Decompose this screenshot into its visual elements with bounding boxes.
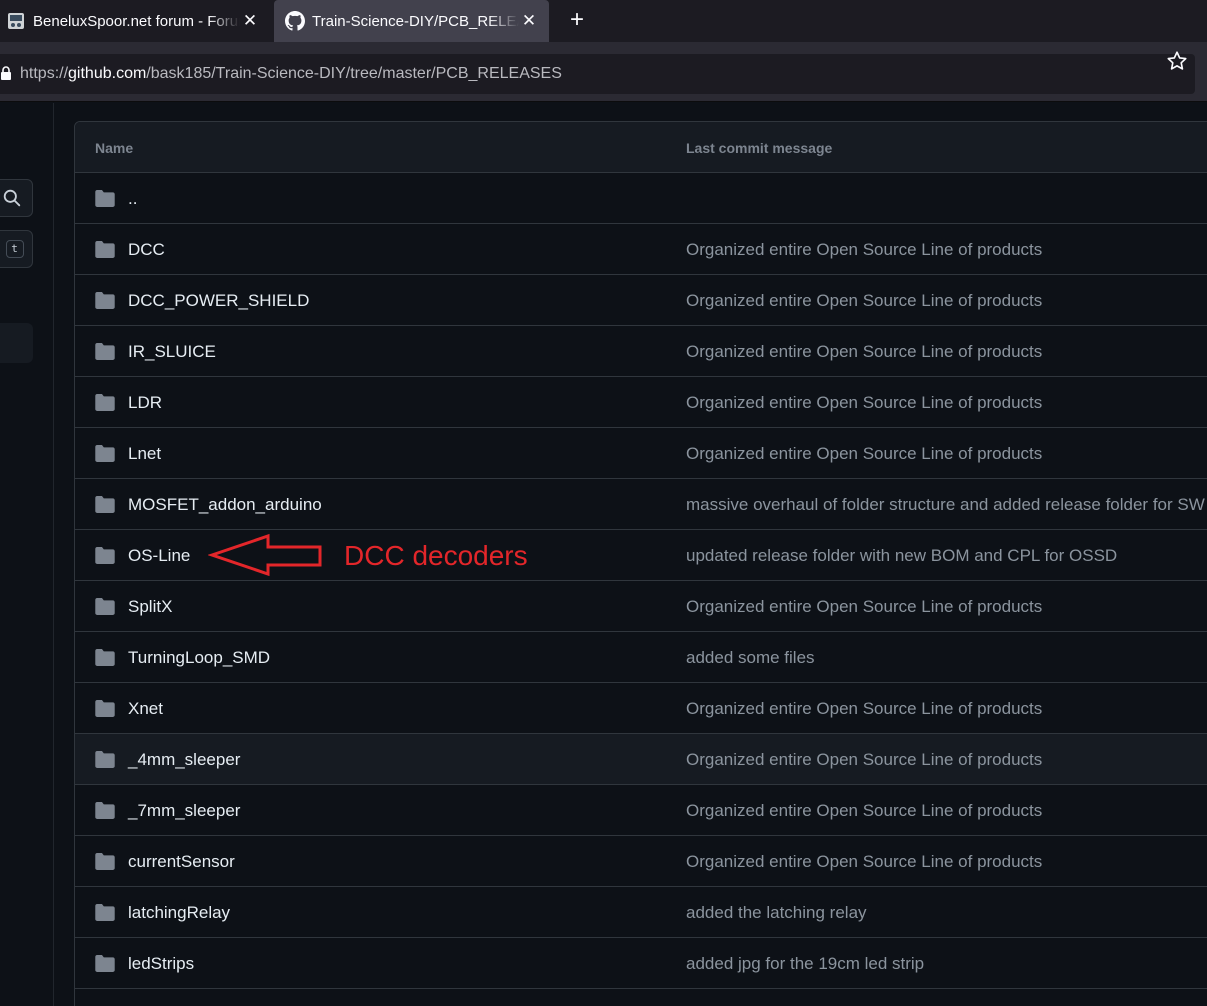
browser-nav-bar: https://github.com/bask185/Train-Science…	[0, 42, 1207, 102]
folder-name-link[interactable]: DCC	[128, 240, 165, 260]
table-row[interactable]: TurningLoop_SMD added some files	[75, 632, 1207, 683]
folder-icon	[95, 700, 115, 717]
folder-icon	[95, 802, 115, 819]
folder-name-link[interactable]: _4mm_sleeper	[128, 750, 240, 770]
table-row[interactable]: IR_SLUICE Organized entire Open Source Li…	[75, 326, 1207, 377]
commit-message-link[interactable]: Organized entire Open Source Line of pro…	[686, 852, 1042, 872]
tab-title: Train-Science-DIY/PCB_RELEASES	[312, 12, 519, 30]
folder-icon	[95, 904, 115, 921]
go-to-file-button[interactable]: t	[0, 230, 33, 268]
folder-icon	[95, 751, 115, 768]
folder-icon	[95, 496, 115, 513]
folder-name-link[interactable]: DCC_POWER_SHIELD	[128, 291, 309, 311]
name-column-header: Name	[95, 140, 134, 156]
commit-message-link[interactable]: Organized entire Open Source Line of pro…	[686, 240, 1042, 260]
folder-icon	[95, 445, 115, 462]
table-row[interactable]: MOSFET_addon_arduino massive overhaul of …	[75, 479, 1207, 530]
new-tab-button[interactable]: +	[563, 6, 591, 34]
table-row[interactable]: Xnet Organized entire Open Source Line of…	[75, 683, 1207, 734]
forum-favicon-icon	[6, 11, 26, 31]
folder-icon	[95, 292, 115, 309]
bookmark-star-icon[interactable]	[1165, 50, 1189, 74]
tab-beneluxspoor[interactable]: BeneluxSpoor.net forum - Forum ✕	[0, 0, 270, 42]
commit-message-link[interactable]: Organized entire Open Source Line of pro…	[686, 444, 1042, 464]
table-row[interactable]: currentSensor Organized entire Open Sourc…	[75, 836, 1207, 887]
folder-name-link[interactable]: Xnet	[128, 699, 163, 719]
url-host: github.com	[68, 65, 147, 82]
folder-icon	[95, 853, 115, 870]
commit-message-link[interactable]: Organized entire Open Source Line of pro…	[686, 801, 1042, 821]
search-icon	[3, 189, 20, 207]
folder-name-link[interactable]: IR_SLUICE	[128, 342, 216, 362]
annotation-label: DCC decoders	[344, 540, 528, 571]
table-row[interactable]	[75, 989, 1207, 1006]
github-page: t Name Last commit message .. DCC Organize…	[0, 103, 1207, 1006]
keyboard-shortcut: t	[5, 240, 24, 258]
tab-train-science[interactable]: Train-Science-DIY/PCB_RELEASES ✕	[274, 0, 549, 42]
folder-icon	[95, 649, 115, 666]
commit-message-column-header: Last commit message	[686, 140, 833, 156]
folder-name-link[interactable]: MOSFET_addon_arduino	[128, 495, 322, 515]
table-row[interactable]: DCC_POWER_SHIELD Organized entire Open So…	[75, 275, 1207, 326]
commit-message-link[interactable]: added some files	[686, 648, 815, 668]
folder-icon	[95, 547, 115, 564]
table-row[interactable]: SplitX Organized entire Open Source Line …	[75, 581, 1207, 632]
folder-name-link[interactable]: OS-Line	[128, 546, 190, 566]
sidebar-divider	[53, 103, 54, 1006]
folder-icon	[95, 955, 115, 972]
table-row[interactable]: ..	[75, 173, 1207, 224]
table-row[interactable]: latchingRelay added the latching relay	[75, 887, 1207, 938]
folder-name-link[interactable]: latchingRelay	[128, 903, 230, 923]
folder-name-link[interactable]: TurningLoop_SMD	[128, 648, 270, 668]
folder-name-link[interactable]: LDR	[128, 393, 162, 413]
folder-name-link[interactable]: ledStrips	[128, 954, 194, 974]
table-row[interactable]: LDR Organized entire Open Source Line of …	[75, 377, 1207, 428]
table-row[interactable]: _4mm_sleeper Organized entire Open Source…	[75, 734, 1207, 785]
commit-message-link[interactable]: Organized entire Open Source Line of pro…	[686, 597, 1042, 617]
folder-icon	[95, 343, 115, 360]
lock-icon	[0, 65, 14, 83]
sidebar-search-button[interactable]	[0, 179, 33, 217]
table-row[interactable]: ledStrips added jpg for the 19cm led stri…	[75, 938, 1207, 989]
folder-name-link[interactable]: SplitX	[128, 597, 172, 617]
tab-title: BeneluxSpoor.net forum - Forum	[33, 12, 240, 30]
commit-message-link[interactable]: Organized entire Open Source Line of pro…	[686, 291, 1042, 311]
commit-message-link[interactable]: added jpg for the 19cm led strip	[686, 954, 924, 974]
folder-name-link[interactable]: Lnet	[128, 444, 161, 464]
commit-message-link[interactable]: Organized entire Open Source Line of pro…	[686, 342, 1042, 362]
table-row[interactable]: Lnet Organized entire Open Source Line of…	[75, 428, 1207, 479]
url-path: /bask185/Train-Science-DIY/tree/master/P…	[146, 65, 562, 82]
commit-message-link[interactable]: Organized entire Open Source Line of pro…	[686, 750, 1042, 770]
sidebar-active-item[interactable]	[0, 323, 33, 363]
commit-message-link[interactable]: Organized entire Open Source Line of pro…	[686, 699, 1042, 719]
folder-name-link[interactable]: ..	[128, 189, 137, 209]
commit-message-link[interactable]: massive overhaul of folder structure and…	[686, 495, 1205, 515]
folder-icon	[95, 394, 115, 411]
folder-icon	[95, 190, 115, 207]
folder-icon	[95, 241, 115, 258]
table-header: Name Last commit message	[75, 122, 1207, 173]
url-scheme: https://	[20, 65, 69, 82]
commit-message-link[interactable]: updated release folder with new BOM and …	[686, 546, 1117, 566]
close-tab-icon[interactable]: ✕	[519, 11, 539, 31]
table-row[interactable]: _7mm_sleeper Organized entire Open Source…	[75, 785, 1207, 836]
table-row[interactable]: DCC Organized entire Open Source Line of …	[75, 224, 1207, 275]
folder-icon	[95, 598, 115, 615]
commit-message-link[interactable]: added the latching relay	[686, 903, 867, 923]
github-icon	[285, 11, 305, 31]
folder-name-link[interactable]: currentSensor	[128, 852, 235, 872]
close-tab-icon[interactable]: ✕	[240, 11, 260, 31]
folder-name-link[interactable]: _7mm_sleeper	[128, 801, 240, 821]
commit-message-link[interactable]: Organized entire Open Source Line of pro…	[686, 393, 1042, 413]
address-bar[interactable]: https://github.com/bask185/Train-Science…	[0, 54, 1195, 94]
browser-tab-strip: BeneluxSpoor.net forum - Forum ✕ Train-S…	[0, 0, 1207, 42]
